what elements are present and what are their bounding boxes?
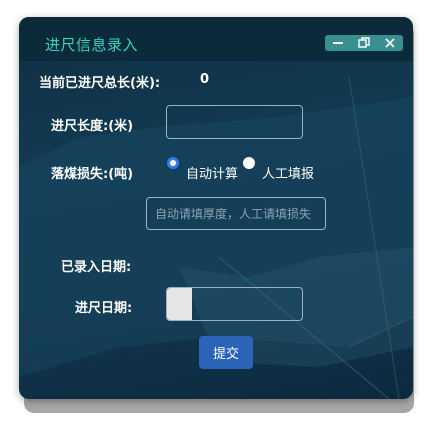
auto-calc-radio-label[interactable]: 自动计算 (186, 163, 238, 182)
close-icon[interactable] (381, 36, 399, 50)
feed-info-dialog: 进尺信息录入 当前已进尺总长(米): 0 进尺长度:(米) 落煤损失:(吨) 自… (19, 17, 413, 399)
coal-loss-input[interactable] (146, 197, 326, 230)
title-bar: 进尺信息录入 (19, 17, 413, 61)
restore-icon[interactable] (355, 36, 373, 50)
recorded-dates-label: 已录入日期: (61, 260, 132, 275)
window-controls (325, 35, 403, 51)
coal-loss-label: 落煤损失:(吨) (51, 167, 134, 182)
feed-length-label: 进尺长度:(米) (51, 119, 134, 134)
date-picker-handle[interactable] (167, 288, 192, 320)
manual-fill-radio-label[interactable]: 人工填报 (262, 163, 314, 182)
manual-fill-radio[interactable] (243, 157, 255, 169)
total-length-label: 当前已进尺总长(米): (39, 76, 161, 91)
total-length-value: 0 (200, 72, 210, 87)
submit-button[interactable]: 提交 (199, 336, 253, 369)
feed-date-picker[interactable] (166, 287, 303, 321)
auto-calc-radio[interactable] (167, 157, 179, 169)
feed-date-label: 进尺日期: (75, 301, 133, 316)
minimize-icon[interactable] (329, 36, 347, 50)
dialog-title: 进尺信息录入 (45, 36, 139, 54)
feed-length-input[interactable] (166, 105, 303, 139)
